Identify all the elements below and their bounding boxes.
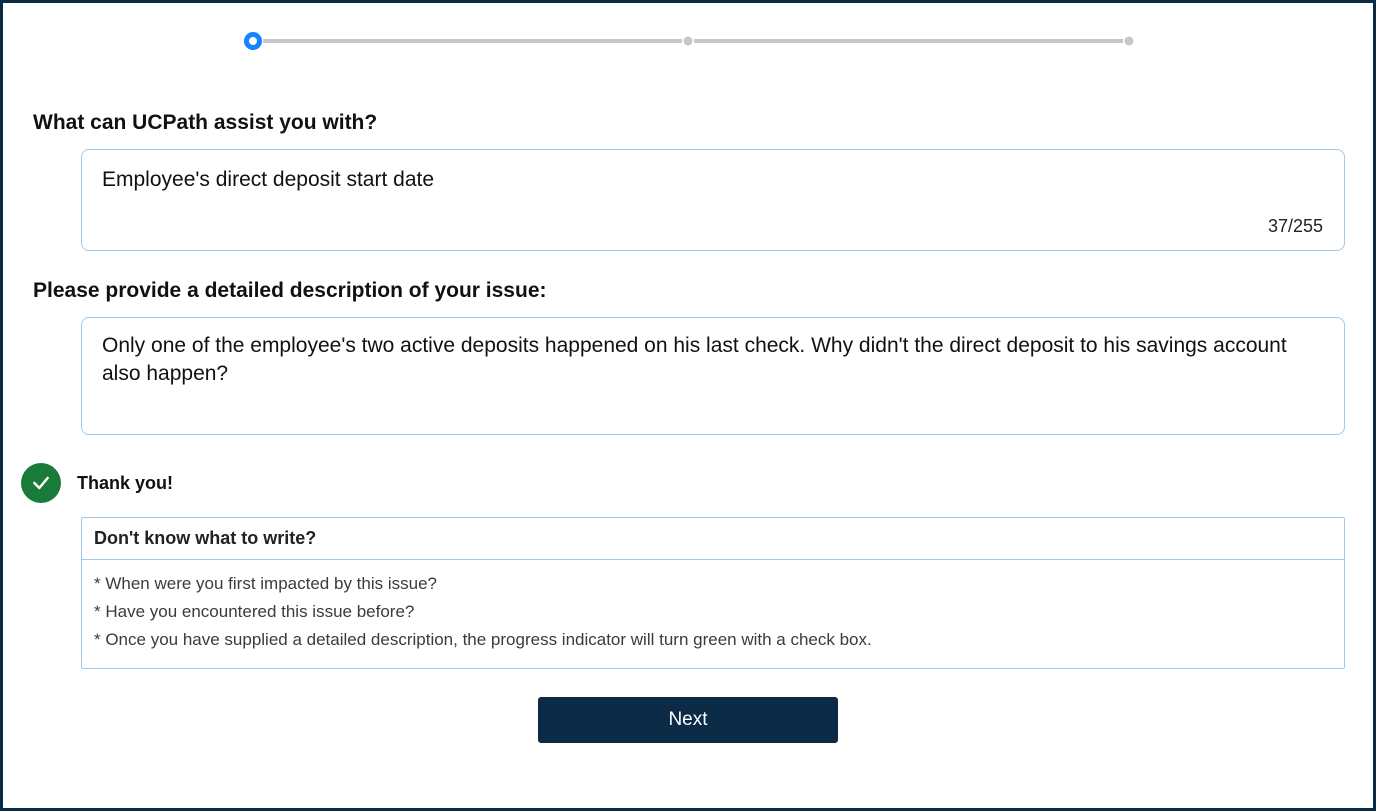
footer-actions: Next — [31, 697, 1345, 743]
progress-indicator — [241, 31, 1135, 51]
thank-you-row: Thank you! — [21, 463, 1345, 503]
progress-track-segment — [694, 39, 1123, 43]
progress-track-segment — [263, 39, 682, 43]
hint-panel: Don't know what to write? * When were yo… — [81, 517, 1345, 669]
hint-body: * When were you first impacted by this i… — [82, 560, 1344, 668]
progress-step-1-active — [244, 32, 262, 50]
hint-line: * When were you first impacted by this i… — [94, 570, 1332, 598]
hint-header: Don't know what to write? — [82, 518, 1344, 560]
subject-char-counter: 37/255 — [1268, 216, 1323, 237]
description-input[interactable]: Only one of the employee's two active de… — [81, 317, 1345, 435]
subject-input[interactable]: Employee's direct deposit start date — [81, 149, 1345, 251]
progress-step-2 — [684, 37, 693, 46]
subject-label: What can UCPath assist you with? — [33, 111, 1345, 135]
description-label: Please provide a detailed description of… — [33, 279, 1345, 303]
thank-you-text: Thank you! — [77, 473, 173, 494]
subject-field-block: What can UCPath assist you with? Employe… — [31, 111, 1345, 251]
checkmark-icon — [21, 463, 61, 503]
progress-step-3 — [1125, 37, 1134, 46]
description-field-block: Please provide a detailed description of… — [31, 279, 1345, 435]
next-button[interactable]: Next — [538, 697, 838, 743]
hint-line: * Once you have supplied a detailed desc… — [94, 626, 1332, 654]
hint-line: * Have you encountered this issue before… — [94, 598, 1332, 626]
